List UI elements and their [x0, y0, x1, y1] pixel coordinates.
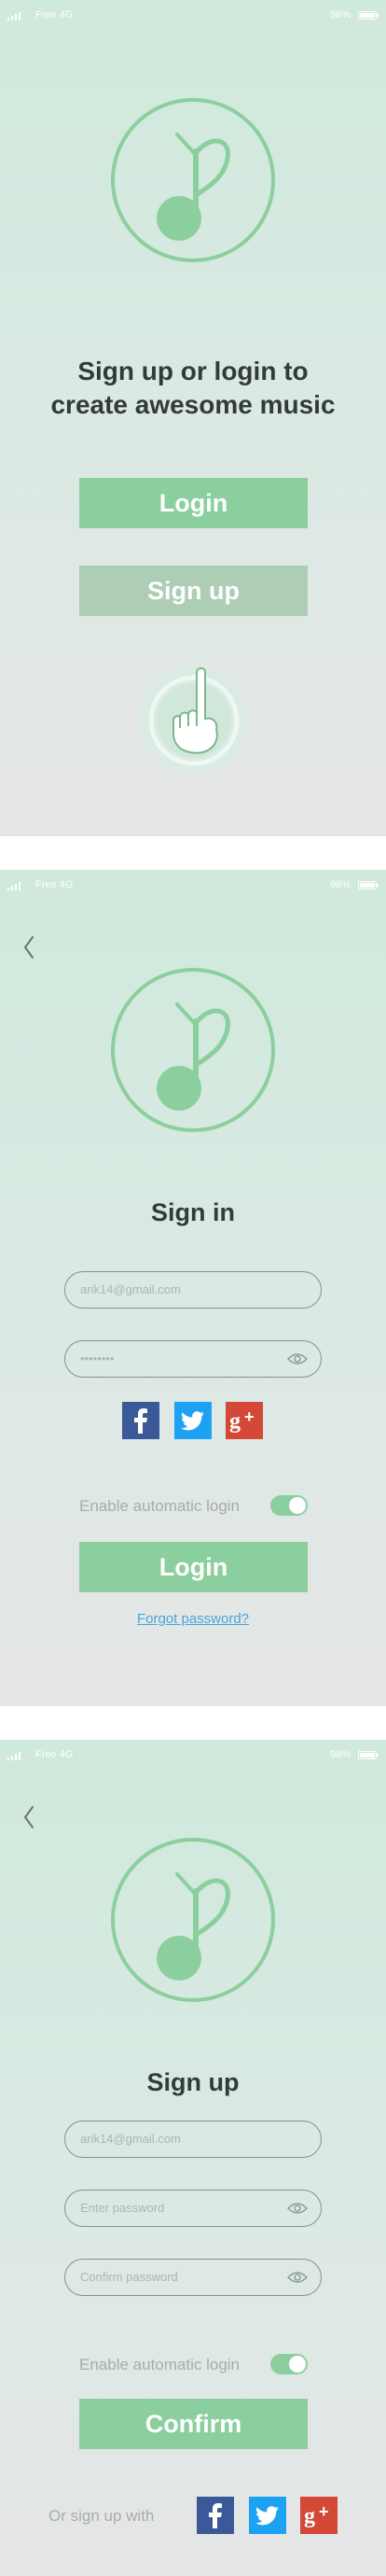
headline: Sign up or login to create awesome music [0, 355, 386, 422]
email-input[interactable] [80, 1272, 276, 1307]
carrier-label: Free 4G [35, 1749, 74, 1760]
battery-percent: 98% [329, 1749, 351, 1760]
auto-login-row: Enable automatic login [79, 2354, 308, 2376]
twitter-icon[interactable] [174, 1402, 212, 1439]
music-note-icon [110, 97, 276, 263]
signal-icon [7, 881, 22, 890]
eye-icon[interactable] [287, 2271, 308, 2284]
battery-percent: 98% [329, 9, 351, 21]
confirm-password-input[interactable] [80, 2260, 276, 2294]
auto-login-label: Enable automatic login [79, 1497, 241, 1515]
twitter-icon[interactable] [249, 2497, 286, 2534]
password-input[interactable] [80, 1341, 276, 1376]
password-field[interactable] [64, 1340, 322, 1378]
battery-icon [358, 11, 379, 20]
carrier-label: Free 4G [35, 879, 74, 890]
email-field[interactable] [64, 1271, 322, 1309]
hand-pointer-icon [140, 666, 248, 775]
auto-login-toggle[interactable] [270, 2354, 308, 2374]
music-note-icon [110, 1837, 276, 2003]
facebook-icon[interactable] [122, 1402, 159, 1439]
password-input[interactable] [80, 2191, 276, 2225]
page-title: Sign up [146, 2068, 240, 2096]
battery-icon [358, 1751, 379, 1759]
google-plus-icon[interactable] [226, 1402, 263, 1439]
status-bar: Free 4G 98% [0, 879, 386, 894]
headline-line-1: Sign up or login to [77, 357, 309, 385]
status-bar: Free 4G 98% [0, 1749, 386, 1764]
eye-icon[interactable] [287, 1352, 308, 1365]
login-button[interactable]: Login [79, 1542, 308, 1592]
signup-button[interactable]: Sign up [79, 566, 308, 616]
auto-login-label: Enable automatic login [79, 2356, 241, 2373]
music-note-icon [110, 967, 276, 1133]
signup-screen: Free 4G 98% Sign up Enable automatic log… [0, 1740, 386, 2576]
email-input[interactable] [80, 2121, 276, 2156]
auto-login-row: Enable automatic login [79, 1495, 308, 1518]
login-button[interactable]: Login [79, 478, 308, 528]
back-icon[interactable] [21, 1803, 37, 1831]
status-bar: Free 4G 98% [0, 9, 386, 24]
carrier-label: Free 4G [35, 9, 74, 21]
email-field[interactable] [64, 2121, 322, 2158]
google-plus-icon[interactable] [300, 2497, 338, 2534]
back-icon[interactable] [21, 933, 37, 961]
battery-percent: 98% [329, 879, 351, 890]
page-title: Sign in [151, 1198, 235, 1226]
social-prompt: Or sign up with [48, 2507, 155, 2525]
signal-icon [7, 1751, 22, 1760]
signin-screen: Free 4G 98% Sign in Enable automatic log… [0, 870, 386, 1706]
facebook-icon[interactable] [197, 2497, 234, 2534]
eye-icon[interactable] [287, 2202, 308, 2215]
signal-icon [7, 11, 22, 21]
forgot-password-link[interactable]: Forgot password? [0, 1611, 386, 1627]
password-field[interactable] [64, 2190, 322, 2227]
headline-line-2: create awesome music [50, 390, 336, 419]
auto-login-toggle[interactable] [270, 1495, 308, 1516]
battery-icon [358, 881, 379, 889]
welcome-screen: Free 4G 98% Sign up or login to create a… [0, 0, 386, 836]
confirm-password-field[interactable] [64, 2259, 322, 2296]
confirm-button[interactable]: Confirm [79, 2399, 308, 2449]
